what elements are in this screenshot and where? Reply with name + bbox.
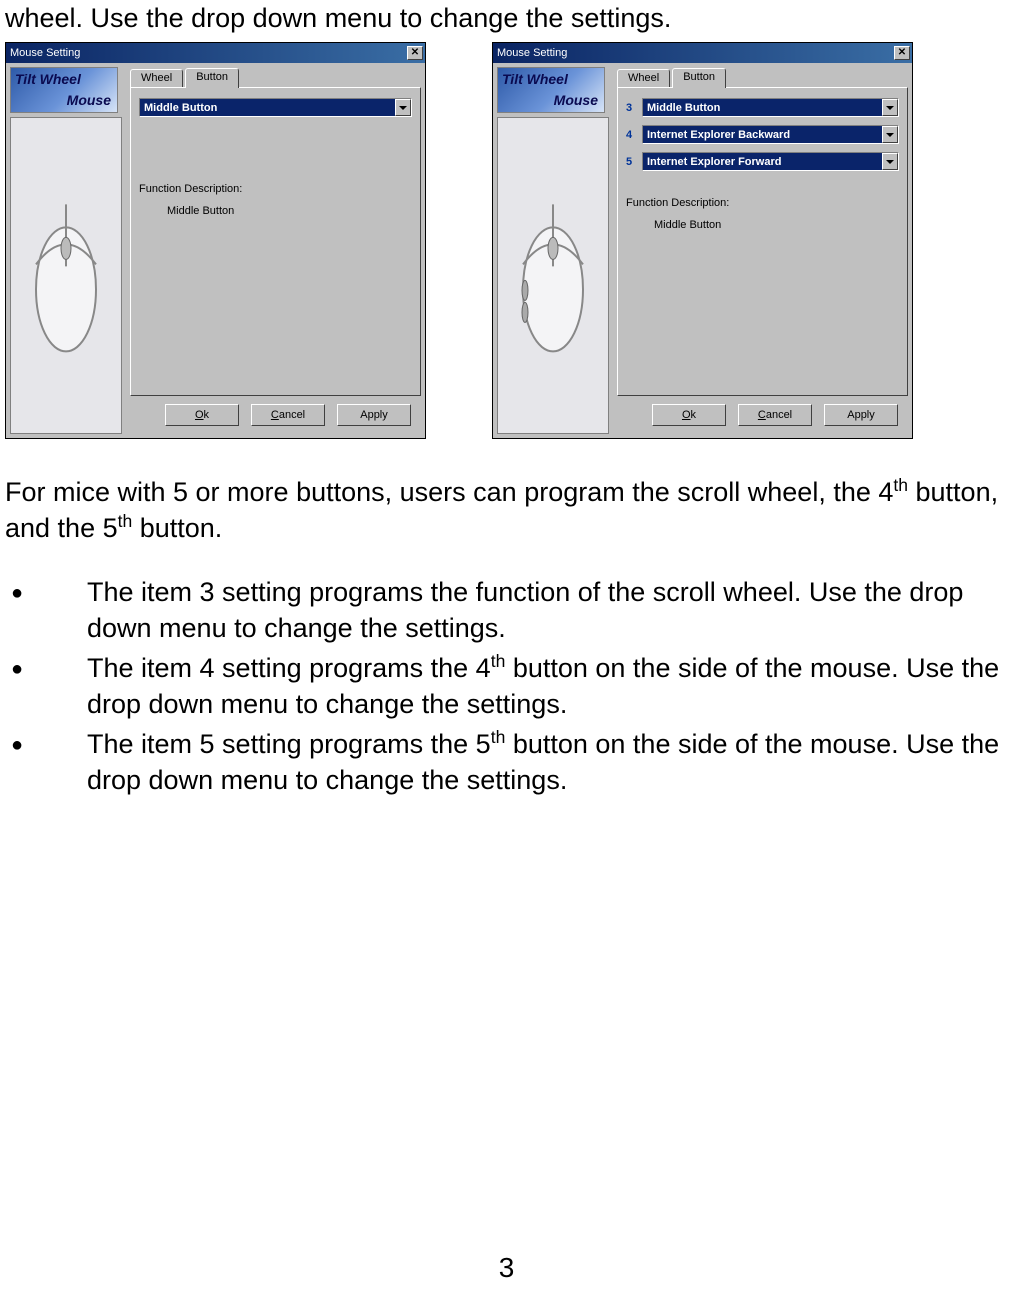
titlebar: Mouse Setting ✕ bbox=[493, 43, 912, 63]
apply-button[interactable]: Apply bbox=[337, 404, 411, 426]
chevron-down-icon[interactable] bbox=[882, 99, 898, 116]
brand-line1: Tilt Wheel bbox=[502, 71, 568, 87]
list-item: The item 5 setting programs the 5th butt… bbox=[11, 727, 1008, 799]
function-description-label: Function Description: bbox=[139, 183, 412, 195]
tab-strip: Wheel Button bbox=[130, 67, 421, 87]
chevron-down-icon[interactable] bbox=[882, 153, 898, 170]
bullet-icon bbox=[11, 575, 87, 647]
button4-function-dropdown[interactable]: Internet Explorer Backward bbox=[642, 125, 899, 144]
button5-function-dropdown[interactable]: Internet Explorer Forward bbox=[642, 152, 899, 171]
ok-button[interactable]: Ok bbox=[652, 404, 726, 426]
button-number-4: 4 bbox=[626, 129, 636, 141]
button-number-5: 5 bbox=[626, 156, 636, 168]
cancel-button[interactable]: Cancel bbox=[251, 404, 325, 426]
close-icon[interactable]: ✕ bbox=[407, 46, 423, 60]
window-title: Mouse Setting bbox=[497, 47, 567, 59]
brand-line2: Mouse bbox=[67, 92, 111, 108]
mouse-illustration bbox=[10, 117, 122, 434]
close-icon[interactable]: ✕ bbox=[894, 46, 910, 60]
tab-strip: Wheel Button bbox=[617, 67, 908, 87]
dropdown-value: Middle Button bbox=[643, 99, 882, 116]
function-description-label: Function Description: bbox=[626, 197, 899, 209]
function-description-value: Middle Button bbox=[654, 219, 899, 231]
intro-text: wheel. Use the drop down menu to change … bbox=[5, 0, 1008, 36]
ok-button[interactable]: Ok bbox=[165, 404, 239, 426]
function-description-value: Middle Button bbox=[167, 205, 412, 217]
mouse-illustration bbox=[497, 117, 609, 434]
bullet-icon bbox=[11, 727, 87, 799]
tab-button[interactable]: Button bbox=[672, 68, 726, 88]
cancel-button[interactable]: Cancel bbox=[738, 404, 812, 426]
titlebar: Mouse Setting ✕ bbox=[6, 43, 425, 63]
chevron-down-icon[interactable] bbox=[395, 99, 411, 116]
screenshots-row: Mouse Setting ✕ Tilt Wheel Mouse bbox=[5, 42, 1008, 439]
dropdown-value: Middle Button bbox=[140, 99, 395, 116]
list-item: The item 4 setting programs the 4th butt… bbox=[11, 651, 1008, 723]
button-function-dropdown[interactable]: Middle Button bbox=[139, 98, 412, 117]
mouse-setting-dialog-5button: Mouse Setting ✕ Tilt Wheel Mouse bbox=[492, 42, 913, 439]
brand-line1: Tilt Wheel bbox=[15, 71, 81, 87]
button3-function-dropdown[interactable]: Middle Button bbox=[642, 98, 899, 117]
tab-panel-button: Middle Button Function Description: Midd… bbox=[130, 87, 421, 396]
page-number: 3 bbox=[0, 1252, 1013, 1284]
bullet-list: The item 3 setting programs the function… bbox=[5, 575, 1008, 798]
brand-logo: Tilt Wheel Mouse bbox=[10, 67, 118, 113]
brand-logo: Tilt Wheel Mouse bbox=[497, 67, 605, 113]
bullet-icon bbox=[11, 651, 87, 723]
tab-panel-button: 3 Middle Button 4 Internet Explorer Back… bbox=[617, 87, 908, 396]
dropdown-value: Internet Explorer Backward bbox=[643, 126, 882, 143]
tab-wheel[interactable]: Wheel bbox=[617, 69, 670, 89]
mouse-setting-dialog-3button: Mouse Setting ✕ Tilt Wheel Mouse bbox=[5, 42, 426, 439]
brand-line2: Mouse bbox=[554, 92, 598, 108]
chevron-down-icon[interactable] bbox=[882, 126, 898, 143]
button-number-3: 3 bbox=[626, 102, 636, 114]
list-item: The item 3 setting programs the function… bbox=[11, 575, 1008, 647]
tab-wheel[interactable]: Wheel bbox=[130, 69, 183, 89]
window-title: Mouse Setting bbox=[10, 47, 80, 59]
apply-button[interactable]: Apply bbox=[824, 404, 898, 426]
tab-button[interactable]: Button bbox=[185, 68, 239, 88]
body-paragraph: For mice with 5 or more buttons, users c… bbox=[5, 475, 1008, 547]
dropdown-value: Internet Explorer Forward bbox=[643, 153, 882, 170]
